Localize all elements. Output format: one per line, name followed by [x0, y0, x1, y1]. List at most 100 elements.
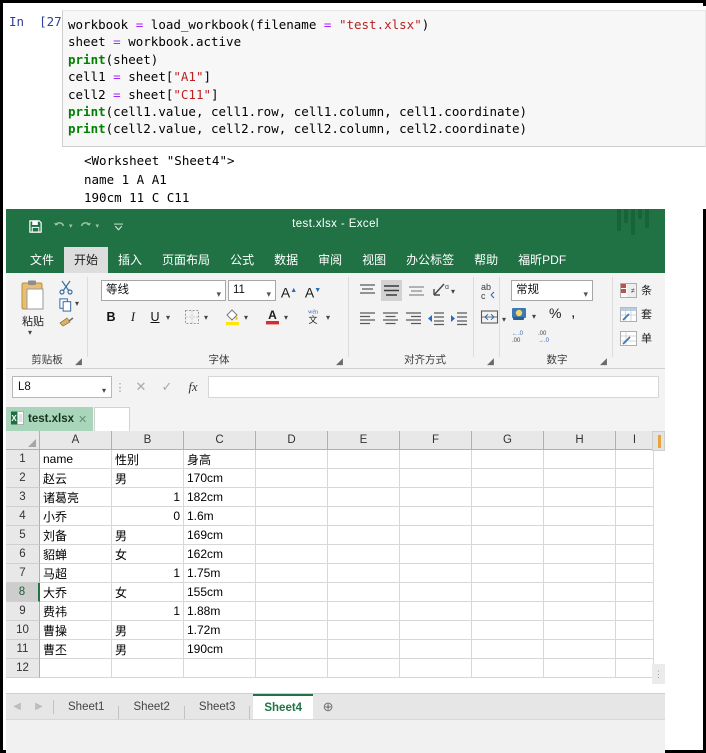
- cell-B9[interactable]: 1: [112, 602, 184, 621]
- ribbon-tab-插入[interactable]: 插入: [108, 247, 152, 273]
- copy-dropdown-icon[interactable]: ▾: [75, 299, 79, 308]
- cell-H5[interactable]: [544, 526, 616, 545]
- cell-B7[interactable]: 1: [112, 564, 184, 583]
- cell-C2[interactable]: 170cm: [184, 469, 256, 488]
- column-header-I[interactable]: I: [616, 431, 654, 450]
- row-header-4[interactable]: 4: [6, 507, 40, 526]
- borders-icon[interactable]: [184, 309, 200, 330]
- cell-A8[interactable]: 大乔: [40, 583, 112, 602]
- next-sheet-icon[interactable]: ▶: [28, 701, 50, 712]
- close-icon[interactable]: ✕: [78, 413, 87, 426]
- percent-style-button[interactable]: %: [549, 305, 561, 321]
- ribbon-tab-办公标签[interactable]: 办公标签: [396, 247, 464, 273]
- number-format-select[interactable]: 常规 ▾: [511, 280, 593, 301]
- cancel-formula-icon[interactable]: ✕: [128, 376, 154, 398]
- cell-C10[interactable]: 1.72m: [184, 621, 256, 640]
- cell-F7[interactable]: [400, 564, 472, 583]
- style-button-format-as-table[interactable]: 套: [620, 303, 652, 325]
- cell-F6[interactable]: [400, 545, 472, 564]
- font-size-input[interactable]: 11 ▾: [228, 280, 276, 301]
- scrollbar-split-handle[interactable]: ⋮: [652, 664, 665, 684]
- cell-B12[interactable]: [112, 659, 184, 678]
- cell-B3[interactable]: 1: [112, 488, 184, 507]
- copy-icon[interactable]: [58, 297, 73, 315]
- number-format-dropdown-icon[interactable]: ▾: [583, 285, 588, 304]
- font-dialog-launcher-icon[interactable]: ◢: [336, 357, 345, 366]
- column-header-C[interactable]: C: [184, 431, 256, 450]
- cell-I8[interactable]: [616, 583, 654, 602]
- cell-H1[interactable]: [544, 450, 616, 469]
- cell-H9[interactable]: [544, 602, 616, 621]
- align-right-icon[interactable]: [404, 311, 423, 330]
- add-sheet-icon[interactable]: ⊕: [313, 699, 343, 715]
- bold-button[interactable]: B: [101, 307, 121, 328]
- cell-B4[interactable]: 0: [112, 507, 184, 526]
- currency-dropdown-icon[interactable]: ▾: [532, 312, 536, 321]
- cell-I11[interactable]: [616, 640, 654, 659]
- row-header-10[interactable]: 10: [6, 621, 40, 640]
- row-header-3[interactable]: 3: [6, 488, 40, 507]
- clipboard-dialog-launcher-icon[interactable]: ◢: [75, 357, 84, 366]
- cell-G2[interactable]: [472, 469, 544, 488]
- cell-G6[interactable]: [472, 545, 544, 564]
- formula-bar-handle[interactable]: ⋮: [112, 381, 128, 394]
- cell-E9[interactable]: [328, 602, 400, 621]
- align-bottom-icon[interactable]: [407, 282, 426, 301]
- column-header-D[interactable]: D: [256, 431, 328, 450]
- cell-E10[interactable]: [328, 621, 400, 640]
- cell-E1[interactable]: [328, 450, 400, 469]
- cell-G11[interactable]: [472, 640, 544, 659]
- format-painter-icon[interactable]: [58, 315, 74, 332]
- alignment-dialog-launcher-icon[interactable]: ◢: [487, 357, 496, 366]
- increase-font-size-icon[interactable]: A▲: [279, 280, 299, 301]
- cell-H3[interactable]: [544, 488, 616, 507]
- cell-F1[interactable]: [400, 450, 472, 469]
- cell-A3[interactable]: 诸葛亮: [40, 488, 112, 507]
- column-header-H[interactable]: H: [544, 431, 616, 450]
- decrease-decimal-icon[interactable]: .00 →.0: [537, 328, 557, 349]
- cell-E6[interactable]: [328, 545, 400, 564]
- document-tab-test-xlsx[interactable]: X test.xlsx ✕: [6, 407, 94, 431]
- cell-A10[interactable]: 曹操: [40, 621, 112, 640]
- font-name-input[interactable]: 等线 ▾: [101, 280, 226, 301]
- cell-E3[interactable]: [328, 488, 400, 507]
- font-color-dropdown-icon[interactable]: ▾: [284, 313, 288, 322]
- cell-C4[interactable]: 1.6m: [184, 507, 256, 526]
- sheet-tab-Sheet2[interactable]: Sheet2: [122, 695, 180, 720]
- ribbon-tab-审阅[interactable]: 审阅: [308, 247, 352, 273]
- cell-A12[interactable]: [40, 659, 112, 678]
- cell-D12[interactable]: [256, 659, 328, 678]
- cell-I10[interactable]: [616, 621, 654, 640]
- font-color-icon[interactable]: A: [264, 307, 281, 331]
- cell-C3[interactable]: 182cm: [184, 488, 256, 507]
- cell-D3[interactable]: [256, 488, 328, 507]
- cell-D2[interactable]: [256, 469, 328, 488]
- underline-button[interactable]: U: [145, 307, 165, 328]
- cell-H7[interactable]: [544, 564, 616, 583]
- ribbon-tab-文件[interactable]: 文件: [20, 247, 64, 273]
- cell-H10[interactable]: [544, 621, 616, 640]
- cell-H11[interactable]: [544, 640, 616, 659]
- cell-G12[interactable]: [472, 659, 544, 678]
- sheet-tab-Sheet1[interactable]: Sheet1: [57, 695, 115, 720]
- align-left-icon[interactable]: [358, 311, 377, 330]
- cell-C11[interactable]: 190cm: [184, 640, 256, 659]
- cell-D6[interactable]: [256, 545, 328, 564]
- cell-D10[interactable]: [256, 621, 328, 640]
- orientation-icon[interactable]: ɑ: [431, 281, 450, 300]
- cell-F12[interactable]: [400, 659, 472, 678]
- cell-I12[interactable]: [616, 659, 654, 678]
- style-button-cell-styles[interactable]: 单: [620, 327, 652, 349]
- cell-E8[interactable]: [328, 583, 400, 602]
- cell-D11[interactable]: [256, 640, 328, 659]
- phonetic-guide-icon[interactable]: wén 文: [303, 306, 323, 331]
- cell-H2[interactable]: [544, 469, 616, 488]
- cell-G10[interactable]: [472, 621, 544, 640]
- paste-icon[interactable]: [18, 279, 48, 313]
- cell-E12[interactable]: [328, 659, 400, 678]
- cell-G9[interactable]: [472, 602, 544, 621]
- row-header-1[interactable]: 1: [6, 450, 40, 469]
- cell-C1[interactable]: 身高: [184, 450, 256, 469]
- row-header-9[interactable]: 9: [6, 602, 40, 621]
- cell-B2[interactable]: 男: [112, 469, 184, 488]
